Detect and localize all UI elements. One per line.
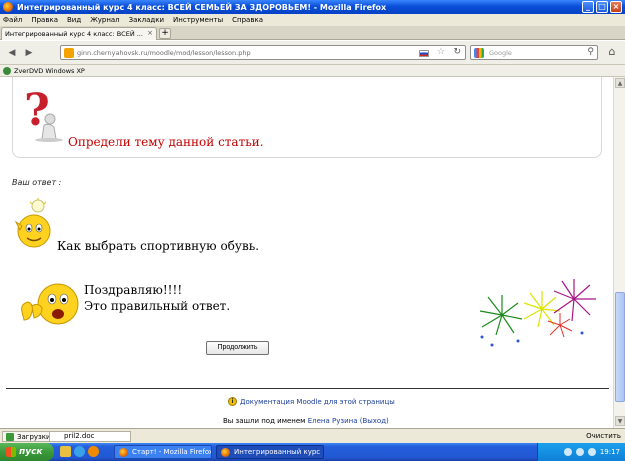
firefox-quicklaunch-icon[interactable]	[88, 446, 99, 457]
windows-flag-icon	[6, 447, 16, 457]
menu-history[interactable]: Журнал	[90, 16, 119, 24]
question-mark-figure-icon: ?	[24, 85, 63, 142]
congrats-line-1: Поздравляю!!!!	[84, 283, 183, 297]
scroll-down-icon[interactable]: ▼	[615, 416, 625, 426]
download-icon	[6, 432, 14, 441]
login-prefix: Вы зашли под именем	[223, 417, 306, 425]
window-titlebar: Интегрированный курс 4 класс: ВСЕЙ СЕМЬЕ…	[0, 0, 625, 14]
minimize-button[interactable]: _	[582, 1, 594, 13]
menu-bookmarks[interactable]: Закладки	[129, 16, 164, 24]
firefox-icon	[3, 2, 13, 12]
task-course-firefox[interactable]: Интегрированный курс ...	[216, 445, 324, 459]
footer-divider	[6, 388, 609, 389]
firefox-task-icon	[119, 447, 128, 457]
tab-strip: Интегрированный курс 4 класс: ВСЕЙ ... ×…	[0, 26, 625, 40]
downloads-label: Загрузки	[17, 432, 51, 441]
url-text: ginn.chernyahovsk.ru/moodle/mod/lesson/l…	[77, 48, 251, 57]
menu-edit[interactable]: Правка	[31, 16, 58, 24]
network-icon[interactable]	[563, 448, 572, 456]
page-content: ? Определи тему данной статьи. Ваш ответ…	[0, 77, 613, 428]
system-tray: 19:17	[537, 443, 625, 461]
logout-link[interactable]: (Выход)	[360, 417, 389, 425]
downloads-toggle[interactable]: Загрузки	[2, 431, 55, 442]
continue-button[interactable]: Продолжить	[206, 341, 269, 355]
folder-icon[interactable]	[60, 446, 71, 457]
menu-help[interactable]: Справка	[232, 16, 263, 24]
search-input[interactable]: Google ⚲	[470, 45, 598, 60]
scroll-thumb[interactable]	[615, 292, 625, 402]
clear-downloads-button[interactable]: Очистить	[586, 432, 621, 440]
close-button[interactable]: ×	[610, 1, 622, 13]
congratulations-message: Поздравляю!!!! Это правильный ответ.	[84, 282, 230, 314]
download-item[interactable]: pril2.doc	[49, 431, 131, 442]
reload-icon[interactable]: ↻	[453, 47, 461, 57]
firefox-task-icon-2	[221, 447, 230, 457]
fireworks-image	[479, 279, 596, 347]
login-info: Вы зашли под именем Елена Рузина (Выход)	[223, 417, 389, 425]
navigation-bar: ◀ ▶ ginn.chernyahovsk.ru/moodle/mod/less…	[0, 41, 625, 65]
search-icon[interactable]: ⚲	[587, 47, 594, 57]
task-start-firefox[interactable]: Старт! - Mozilla Firefox	[114, 445, 212, 459]
user-name-link[interactable]: Елена Рузина	[308, 417, 358, 425]
your-answer-label: Ваш ответ :	[12, 178, 62, 187]
google-icon	[474, 48, 484, 58]
task-label-2: Интегрированный курс ...	[234, 448, 324, 456]
start-label: пуск	[19, 447, 43, 457]
bookmarks-bar: ZverDVD Windows XP	[0, 65, 625, 77]
menu-file[interactable]: Файл	[3, 16, 22, 24]
maximize-button[interactable]: □	[596, 1, 608, 13]
scroll-up-icon[interactable]: ▲	[615, 78, 625, 88]
forward-button[interactable]: ▶	[22, 46, 36, 60]
tab-close-icon[interactable]: ×	[147, 29, 153, 37]
menu-view[interactable]: Вид	[67, 16, 81, 24]
back-button[interactable]: ◀	[5, 46, 19, 60]
docs-link-text[interactable]: Документация Moodle для этой страницы	[240, 398, 395, 406]
window-controls: _ □ ×	[582, 1, 622, 13]
tab-label: Интегрированный курс 4 класс: ВСЕЙ ...	[5, 30, 143, 38]
task-label-1: Старт! - Mozilla Firefox	[132, 448, 212, 456]
menu-tools[interactable]: Инструменты	[173, 16, 223, 24]
downloads-bar: Загрузки pril2.doc Очистить	[0, 428, 625, 443]
applause-smiley-icon	[21, 283, 79, 325]
windows-taskbar: пуск Старт! - Mozilla Firefox Интегриров…	[0, 443, 625, 461]
site-favicon-icon	[64, 48, 74, 58]
tab-current[interactable]: Интегрированный курс 4 класс: ВСЕЙ ... ×	[1, 27, 157, 40]
search-placeholder: Google	[489, 48, 512, 57]
start-button[interactable]: пуск	[0, 443, 54, 461]
congrats-line-2: Это правильный ответ.	[84, 299, 231, 313]
info-icon: i	[228, 397, 237, 406]
russian-flag-icon	[419, 50, 429, 57]
new-tab-button[interactable]: +	[159, 28, 171, 39]
bookmark-star-icon[interactable]: ☆	[437, 47, 445, 57]
answer-text: Как выбрать спортивную обувь.	[57, 239, 260, 253]
volume-icon[interactable]	[575, 448, 584, 456]
security-icon[interactable]	[587, 448, 596, 456]
ie-icon[interactable]	[74, 446, 85, 457]
window-title: Интегрированный курс 4 класс: ВСЕЙ СЕМЬЕ…	[17, 2, 387, 12]
moodle-docs-link[interactable]: i Документация Moodle для этой страницы	[228, 397, 395, 406]
bookmark-icon	[3, 66, 11, 75]
bookmark-item[interactable]: ZverDVD Windows XP	[14, 67, 85, 75]
home-button[interactable]: ⌂	[604, 45, 620, 60]
url-bar[interactable]: ginn.chernyahovsk.ru/moodle/mod/lesson/l…	[60, 45, 466, 60]
clock: 19:17	[599, 448, 620, 456]
menu-bar: Файл Правка Вид Журнал Закладки Инструме…	[0, 14, 625, 26]
page-scrollbar[interactable]: ▲ ▼	[613, 77, 625, 428]
lightbulb-smiley-icon	[14, 198, 51, 248]
question-text: Определи тему данной статьи.	[68, 135, 264, 149]
